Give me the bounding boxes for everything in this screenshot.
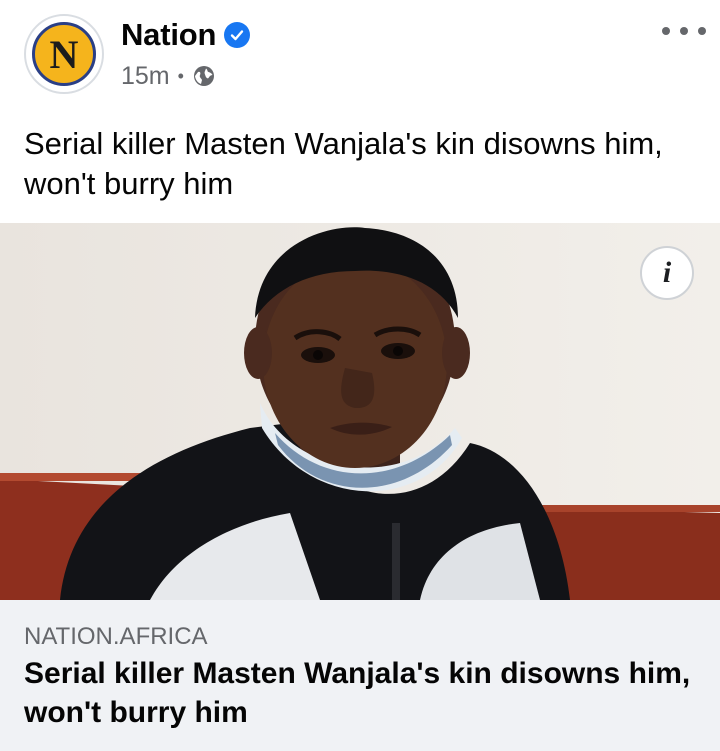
post-timestamp[interactable]: 15m — [121, 62, 170, 91]
link-preview-footer[interactable]: NATION.AFRICA Serial killer Masten Wanja… — [0, 600, 720, 751]
info-button[interactable]: i — [640, 246, 694, 300]
page-name[interactable]: Nation — [121, 17, 216, 53]
news-photo — [0, 223, 720, 600]
more-dot — [662, 27, 670, 35]
more-options-button[interactable] — [662, 18, 706, 44]
more-dot — [680, 27, 688, 35]
verified-badge-icon — [224, 22, 251, 48]
link-title[interactable]: Serial killer Masten Wanjala's kin disow… — [24, 654, 694, 732]
link-domain: NATION.AFRICA — [24, 623, 208, 650]
link-preview-image[interactable]: i — [0, 223, 720, 600]
page-name-row: Nation — [121, 15, 251, 55]
globe-icon[interactable] — [192, 64, 216, 88]
post-meta: 15m • — [121, 60, 216, 92]
more-dot — [698, 27, 706, 35]
post-text: Serial killer Masten Wanjala's kin disow… — [24, 126, 663, 201]
page-avatar[interactable]: N — [24, 14, 104, 94]
post-header: N Nation 15m • — [0, 0, 720, 110]
nation-logo: N — [32, 22, 96, 86]
nation-logo-letter: N — [49, 32, 79, 77]
meta-separator: • — [177, 65, 184, 86]
